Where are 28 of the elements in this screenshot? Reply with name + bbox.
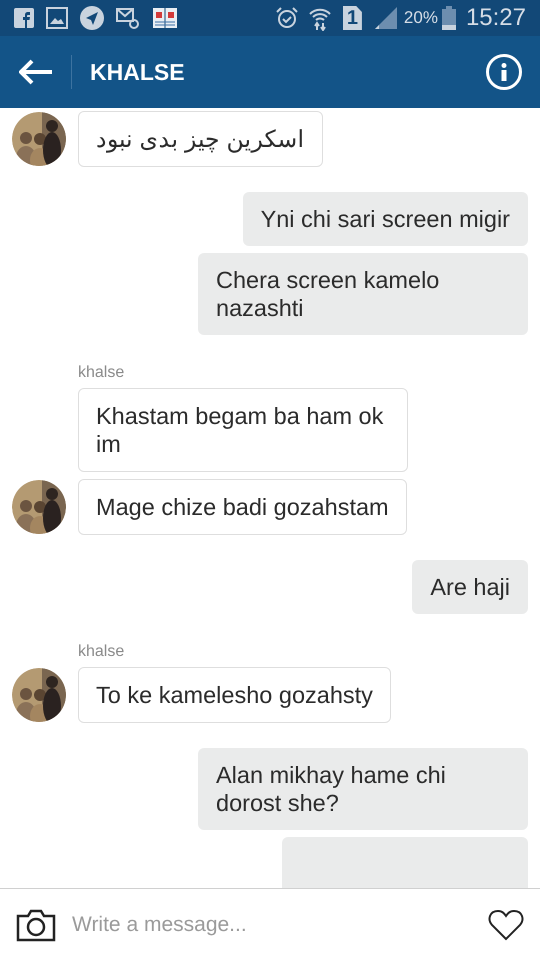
send-icon <box>80 6 104 30</box>
alarm-icon <box>274 6 299 30</box>
heart-icon[interactable] <box>488 908 524 940</box>
incoming-message: To ke kamelesho gozahsty <box>78 667 391 723</box>
book-icon <box>152 6 178 30</box>
sender-name: khalse <box>78 363 126 383</box>
message-input[interactable]: Write a message... <box>72 908 478 940</box>
outgoing-message: Alan mikhay hame chi dorost she? <box>198 748 528 830</box>
outgoing-message: Yni chi sari screen migir <box>242 192 528 246</box>
camera-icon[interactable] <box>16 908 56 942</box>
sim-icon: 1 <box>342 6 362 30</box>
signal-icon <box>374 6 398 30</box>
mail-icon <box>116 6 140 30</box>
outgoing-message: Chera screen kamelo nazashti <box>198 253 528 335</box>
facebook-icon <box>14 8 34 28</box>
outgoing-message: Are haji <box>412 560 528 614</box>
incoming-message: Khastam begam ba ham ok im <box>78 388 408 472</box>
info-button[interactable] <box>486 54 522 90</box>
gallery-icon <box>46 7 68 29</box>
info-icon <box>501 63 507 81</box>
clock-time: 15:27 <box>466 3 526 33</box>
battery-percent: 20% <box>404 7 438 30</box>
back-arrow-icon <box>19 59 53 85</box>
incoming-message: Mage chize badi gozahstam <box>78 479 407 535</box>
chat-title: KHALSE <box>90 58 185 87</box>
sender-name: khalse <box>78 642 126 662</box>
incoming-message: اسکرین چیز بدی نبود <box>78 111 323 167</box>
battery-icon <box>442 6 456 30</box>
